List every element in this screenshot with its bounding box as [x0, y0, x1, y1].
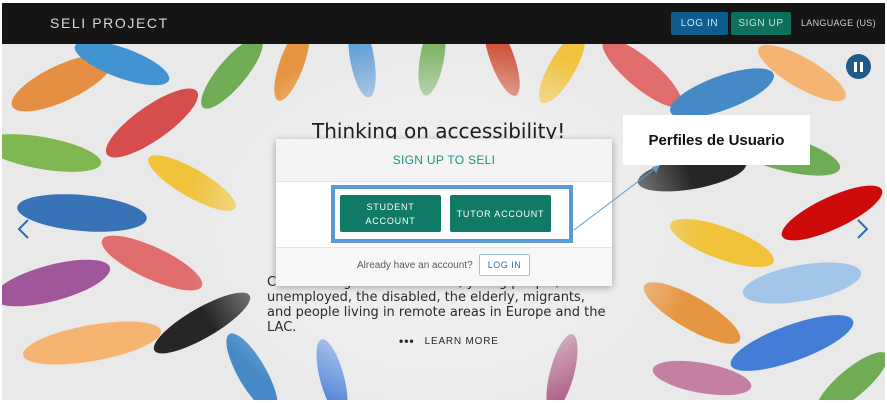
annotation-label: Perfiles de Usuario — [623, 115, 810, 165]
callout-connector-line — [573, 164, 661, 231]
app-frame: SELI PROJECT LOG IN SIGN UP LANGUAGE (US… — [2, 3, 885, 400]
